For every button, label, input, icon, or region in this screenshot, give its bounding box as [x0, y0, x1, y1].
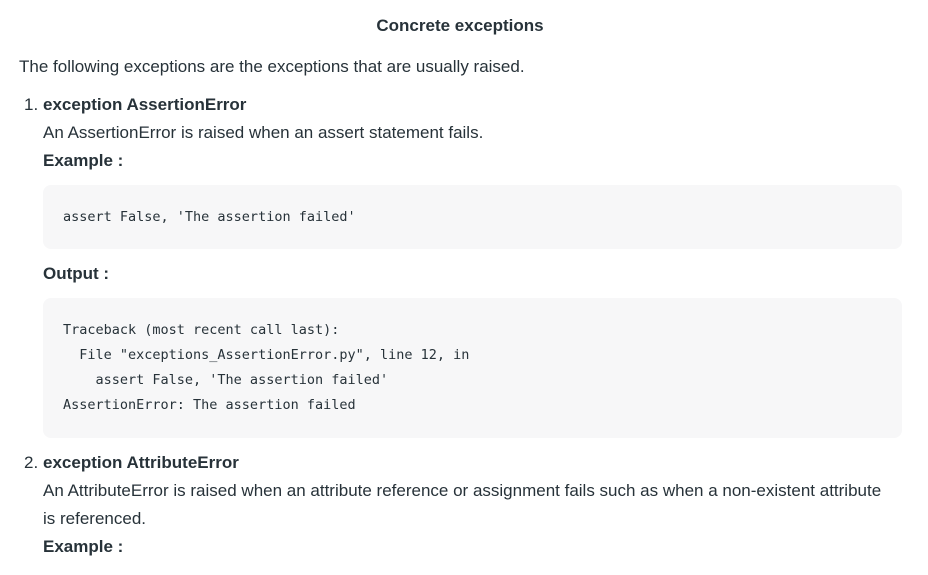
code-line: File "exceptions_AssertionError.py", lin…: [63, 347, 470, 363]
list-number: 1.: [24, 95, 39, 114]
exception-description: An AssertionError is raised when an asse…: [43, 123, 484, 142]
code-line: AssertionError: The assertion failed: [63, 397, 356, 413]
code-line: assert False, 'The assertion failed': [63, 209, 356, 225]
code-line: Traceback (most recent call last):: [63, 322, 340, 338]
code-line: assert False, 'The assertion failed': [63, 372, 389, 388]
example-code-block: assert False, 'The assertion failed': [43, 185, 902, 249]
section-title: Concrete exceptions: [376, 16, 544, 35]
example-label: Example :: [43, 537, 124, 556]
exception-description: An AttributeError is raised when an attr…: [43, 481, 882, 528]
output-code-block: Traceback (most recent call last): File …: [43, 298, 902, 438]
output-label: Output :: [43, 264, 110, 283]
example-label: Example :: [43, 151, 124, 170]
intro-text: The following exceptions are the excepti…: [19, 57, 525, 76]
exception-heading: exception AttributeError: [43, 453, 239, 472]
exception-heading: exception AssertionError: [43, 95, 247, 114]
list-number: 2.: [24, 453, 39, 472]
